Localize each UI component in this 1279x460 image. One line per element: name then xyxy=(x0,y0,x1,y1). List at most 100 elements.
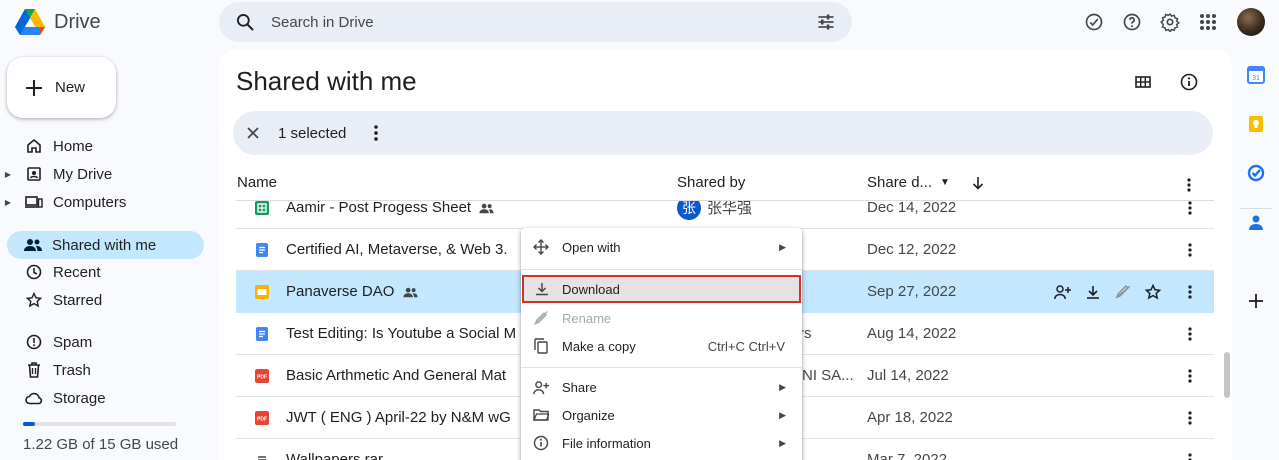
share-date: Apr 18, 2022 xyxy=(867,409,953,426)
sharer-avatar: 张 xyxy=(677,201,701,220)
info-icon xyxy=(532,434,550,452)
sidebar-item-home[interactable]: Home xyxy=(0,132,212,160)
row-more-icon[interactable] xyxy=(1180,240,1200,260)
share-person-add-icon[interactable] xyxy=(1054,284,1072,300)
keep-icon[interactable] xyxy=(1246,114,1266,134)
sidebar-item-starred[interactable]: Starred xyxy=(0,286,212,314)
calendar-icon[interactable]: 31 xyxy=(1246,65,1266,85)
trash-icon xyxy=(24,360,44,380)
sort-arrow-down-icon[interactable] xyxy=(972,176,984,190)
svg-text:PDF: PDF xyxy=(257,416,267,422)
account-avatar[interactable] xyxy=(1237,8,1265,36)
contacts-icon[interactable] xyxy=(1246,212,1266,232)
file-icon xyxy=(254,452,270,460)
file-name: Aamir - Post Progess Sheet xyxy=(286,201,494,216)
new-button-label: New xyxy=(55,79,86,96)
expand-caret-icon[interactable]: ▶ xyxy=(0,170,16,179)
row-more-icon[interactable] xyxy=(1180,408,1200,428)
add-addon-plus-icon[interactable] xyxy=(1246,291,1266,311)
search-options-icon[interactable] xyxy=(816,12,836,32)
info-icon[interactable] xyxy=(1179,72,1199,92)
column-header-share-date[interactable]: Share d... ▼ xyxy=(867,174,984,191)
file-name: Test Editing: Is Youtube a Social M xyxy=(286,325,517,342)
row-quick-actions xyxy=(1054,283,1162,300)
share-date: Aug 14, 2022 xyxy=(867,325,957,342)
top-toolbar xyxy=(1075,2,1279,42)
column-header-name[interactable]: Name xyxy=(237,174,277,191)
file-name: Basic Arthmetic And General Mat xyxy=(286,367,507,384)
row-more-icon[interactable] xyxy=(1180,450,1200,460)
my-drive-icon xyxy=(24,164,44,184)
sidebar-item-trash[interactable]: Trash xyxy=(0,356,212,384)
dropdown-caret-icon[interactable]: ▼ xyxy=(940,177,950,188)
sidebar-item-shared-with-me[interactable]: Shared with me xyxy=(7,231,204,259)
drive-logo-icon xyxy=(15,9,45,35)
menu-item-label: Open with xyxy=(562,239,621,255)
share-person-add-icon xyxy=(532,378,550,396)
menu-item-organize[interactable]: Organize ▶ xyxy=(521,401,802,429)
context-menu: Open with ▶ Download Rename Make a copy … xyxy=(521,228,802,460)
sidebar-item-recent[interactable]: Recent xyxy=(0,258,212,286)
spam-icon xyxy=(24,332,44,352)
sidebar-item-label: Home xyxy=(53,137,94,155)
menu-item-open-with[interactable]: Open with ▶ xyxy=(521,233,802,261)
scrollbar-thumb[interactable] xyxy=(1224,352,1230,398)
pdf-icon: PDF xyxy=(254,410,270,426)
pdf-icon: PDF xyxy=(254,368,270,384)
download-icon[interactable] xyxy=(1084,284,1102,300)
search-icon[interactable] xyxy=(235,12,255,32)
column-header-shared-by[interactable]: Shared by xyxy=(677,174,745,191)
menu-item-download[interactable]: Download xyxy=(522,275,801,303)
clear-selection-close-icon[interactable] xyxy=(245,125,261,141)
rail-divider xyxy=(1240,208,1272,209)
row-more-icon[interactable] xyxy=(1180,324,1200,344)
sidebar-item-label: Trash xyxy=(53,361,91,379)
submenu-arrow-icon: ▶ xyxy=(779,381,786,392)
expand-caret-icon[interactable]: ▶ xyxy=(0,198,16,207)
table-row[interactable]: Aamir - Post Progess Sheet 张张华强 Dec 14, … xyxy=(236,201,1214,229)
app-name: Drive xyxy=(54,10,101,33)
tasks-icon[interactable] xyxy=(1246,163,1266,183)
search-bar[interactable] xyxy=(219,2,852,42)
sheets-icon xyxy=(254,201,270,216)
row-more-icon[interactable] xyxy=(1180,201,1200,218)
file-name: JWT ( ENG ) April-22 by N&M wG xyxy=(286,409,511,426)
share-date: Jul 14, 2022 xyxy=(867,367,949,384)
grid-view-icon[interactable] xyxy=(1133,72,1153,92)
submenu-arrow-icon: ▶ xyxy=(779,437,786,448)
row-more-icon[interactable] xyxy=(1180,282,1200,302)
sidebar-item-label: My Drive xyxy=(53,165,113,183)
sidebar-item-my-drive[interactable]: ▶ My Drive xyxy=(0,160,212,188)
drive-logo[interactable]: Drive xyxy=(14,4,134,40)
menu-item-label: Organize xyxy=(562,407,615,423)
folder-open-icon xyxy=(532,406,550,424)
clock-icon xyxy=(24,262,44,282)
cloud-icon xyxy=(24,388,44,408)
share-date: Sep 27, 2022 xyxy=(867,283,957,300)
storage-usage-text: 1.22 GB of 15 GB used xyxy=(23,436,179,453)
more-actions-icon[interactable] xyxy=(374,125,379,141)
copy-icon xyxy=(532,337,550,355)
settings-gear-icon[interactable] xyxy=(1151,3,1189,41)
menu-item-file-information[interactable]: File information ▶ xyxy=(521,429,802,457)
apps-grid-icon[interactable] xyxy=(1189,3,1227,41)
sidebar-item-label: Spam xyxy=(53,333,93,351)
menu-item-share[interactable]: Share ▶ xyxy=(521,373,802,401)
offline-ready-icon[interactable] xyxy=(1075,3,1113,41)
new-button[interactable]: New xyxy=(7,57,116,118)
sidebar-item-storage[interactable]: Storage xyxy=(0,384,212,412)
home-icon xyxy=(24,136,44,156)
share-date: Dec 14, 2022 xyxy=(867,201,957,216)
menu-item-label: Download xyxy=(562,281,620,297)
shared-people-icon xyxy=(402,287,418,298)
row-more-icon[interactable] xyxy=(1180,366,1200,386)
sidebar-item-spam[interactable]: Spam xyxy=(0,328,212,356)
menu-divider xyxy=(521,269,802,270)
sidebar-item-computers[interactable]: ▶ Computers xyxy=(0,188,212,216)
search-input[interactable] xyxy=(271,13,816,31)
column-more-icon[interactable] xyxy=(1187,178,1191,192)
menu-item-label: Rename xyxy=(562,310,612,326)
add-star-icon[interactable] xyxy=(1144,283,1162,300)
help-icon[interactable] xyxy=(1113,3,1151,41)
menu-item-make-a-copy[interactable]: Make a copy Ctrl+C Ctrl+V xyxy=(521,332,802,360)
